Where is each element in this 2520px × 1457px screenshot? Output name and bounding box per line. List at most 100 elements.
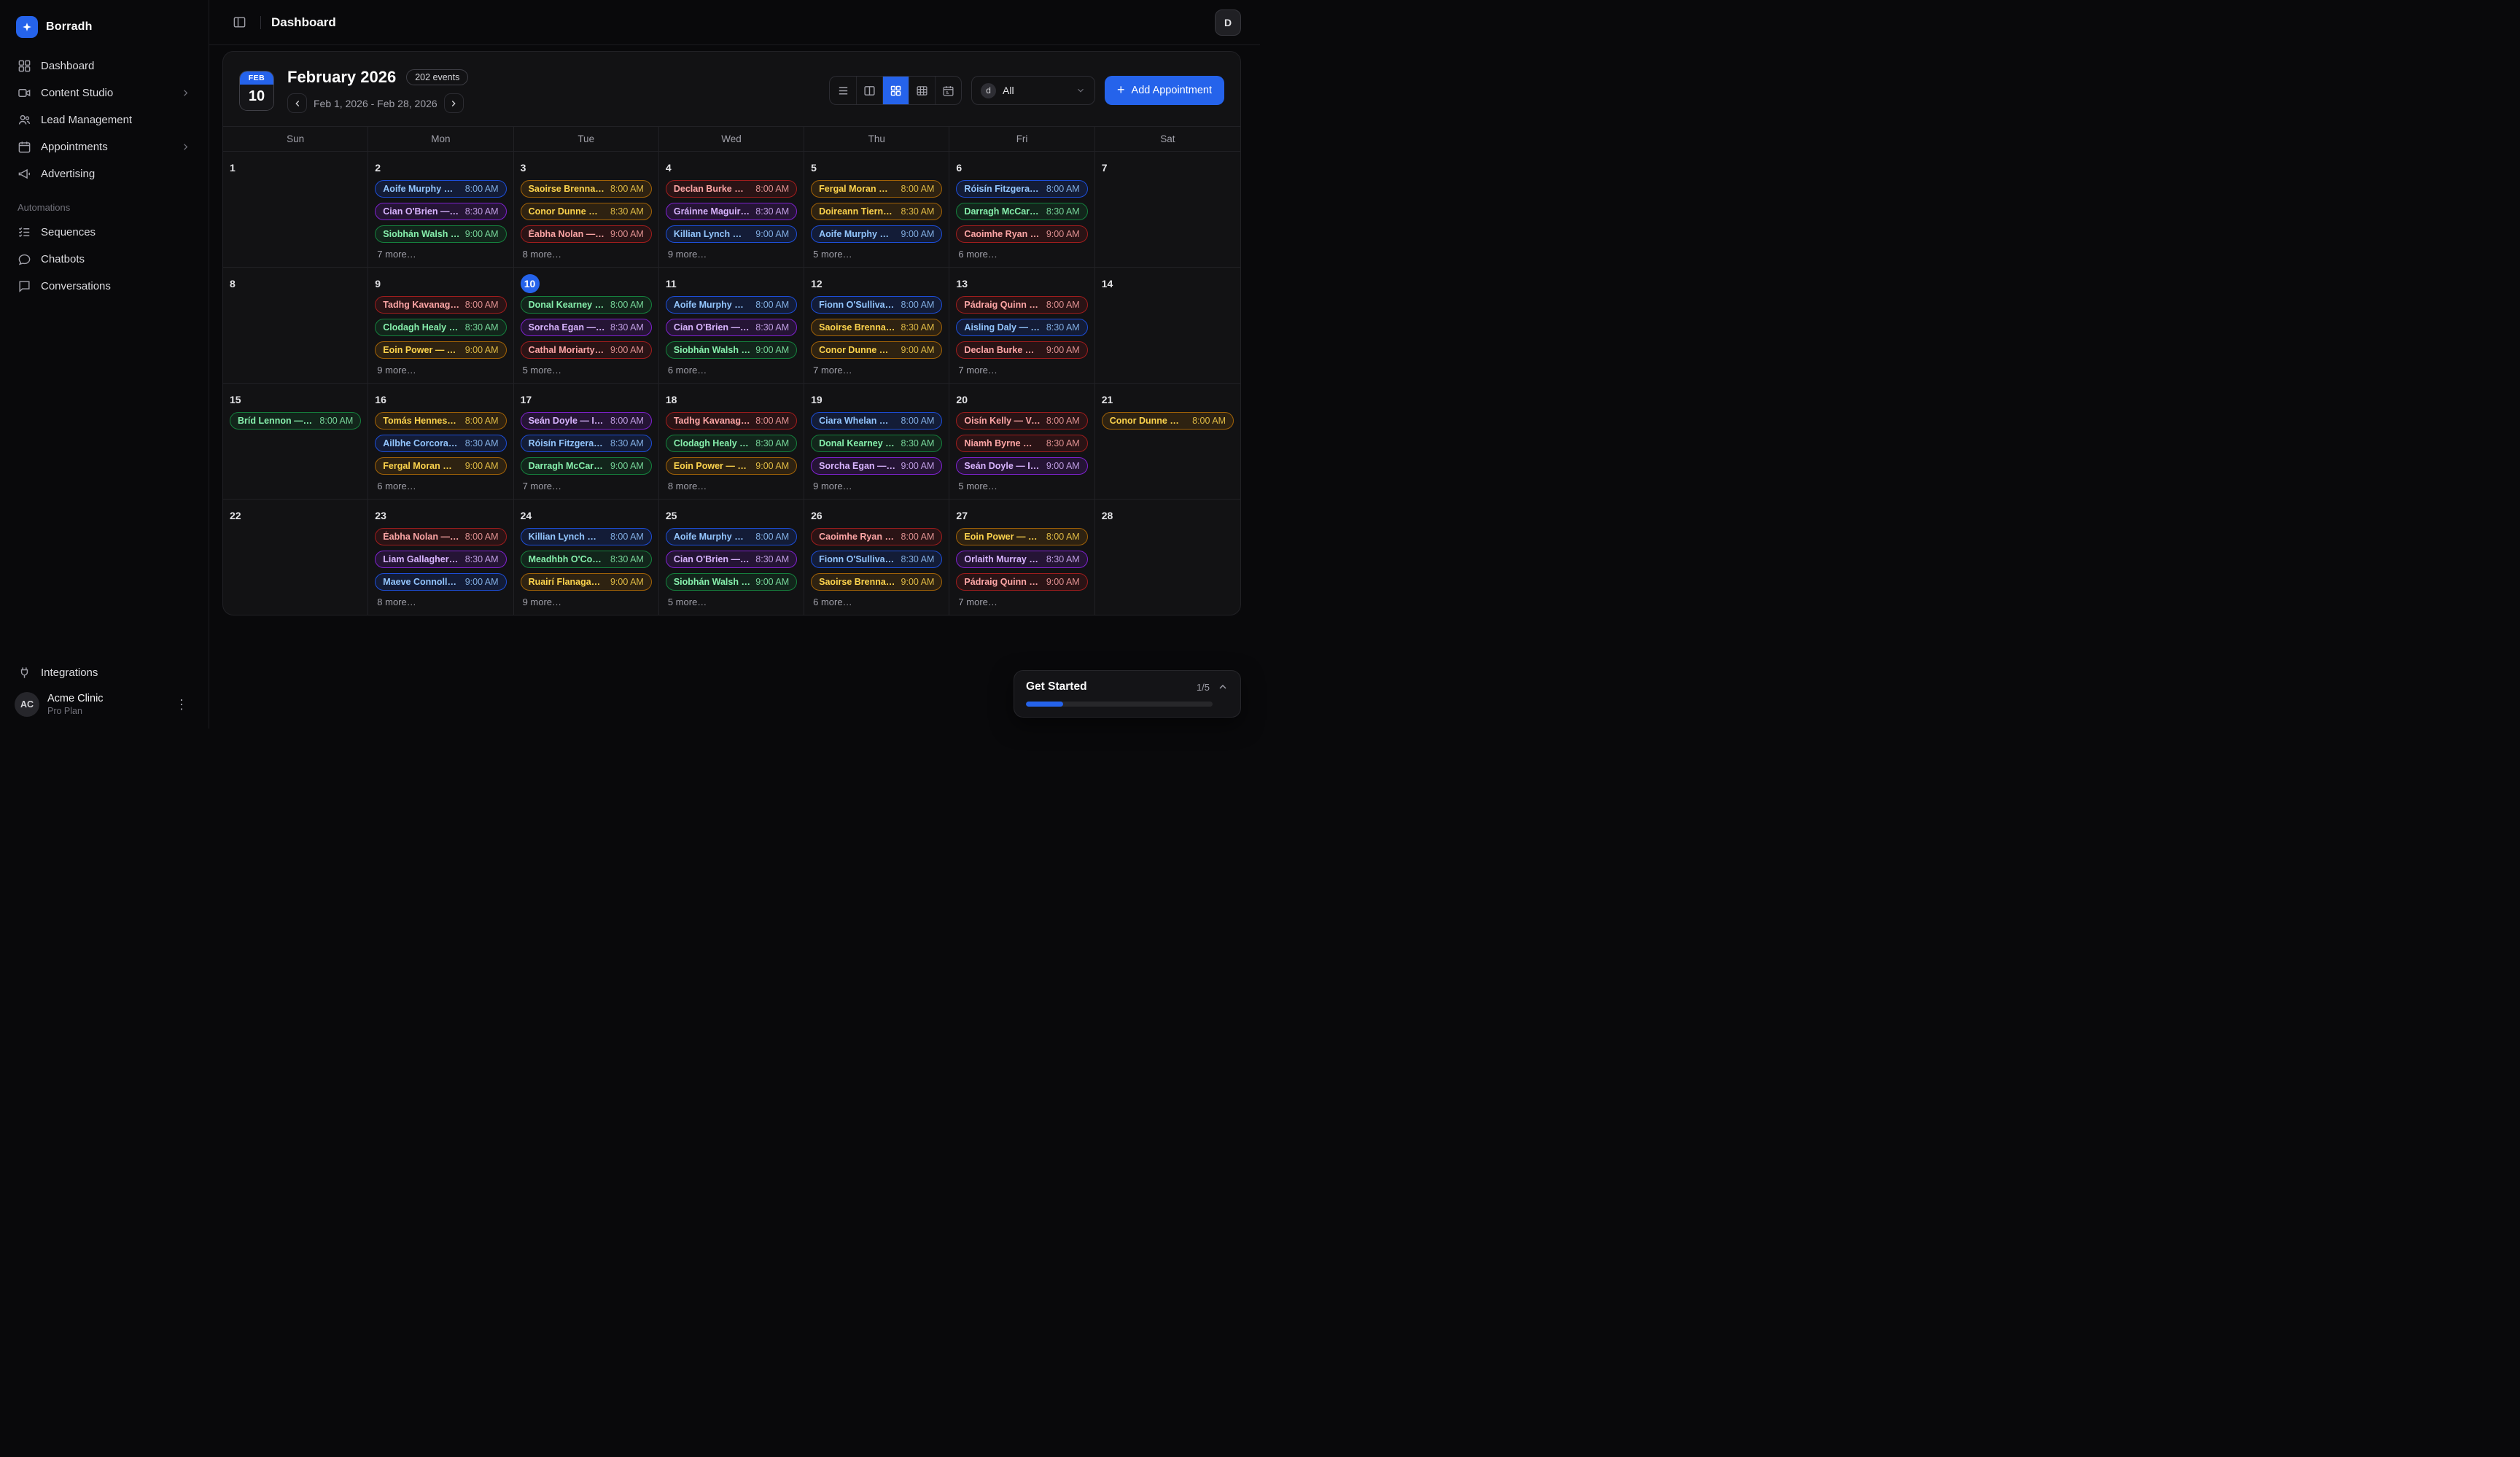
event-pill[interactable]: Conor Dunne — C…8:30 AM xyxy=(521,203,652,220)
more-events-link[interactable]: 5 more… xyxy=(811,248,942,260)
event-pill[interactable]: Killian Lynch — De…8:00 AM xyxy=(521,528,652,545)
next-month-button[interactable] xyxy=(444,93,464,113)
event-pill[interactable]: Saoirse Brennan …8:30 AM xyxy=(811,319,942,336)
event-pill[interactable]: Seán Doyle — Imp…9:00 AM xyxy=(956,457,1087,475)
day-cell[interactable]: 24Killian Lynch — De…8:00 AMMeadhbh O'Co… xyxy=(514,500,659,615)
event-pill[interactable]: Eoin Power — Ven…9:00 AM xyxy=(666,457,797,475)
day-cell[interactable]: 13Pádraig Quinn — …8:00 AMAisling Daly —… xyxy=(949,268,1094,384)
sidebar-item-lead-management[interactable]: Lead Management xyxy=(10,106,198,133)
more-events-link[interactable]: 5 more… xyxy=(956,480,1087,492)
sidebar-item-content-studio[interactable]: Content Studio xyxy=(10,79,198,106)
event-pill[interactable]: Fionn O'Sullivan …8:00 AM xyxy=(811,296,942,314)
event-pill[interactable]: Siobhán Walsh — I…9:00 AM xyxy=(375,225,506,243)
more-events-link[interactable]: 7 more… xyxy=(521,480,652,492)
day-cell[interactable]: 23Éabha Nolan — E…8:00 AMLiam Gallagher … xyxy=(368,500,513,615)
day-cell[interactable]: 10Donal Kearney — I…8:00 AMSorcha Egan —… xyxy=(514,268,659,384)
event-pill[interactable]: Sorcha Egan — Te…8:30 AM xyxy=(521,319,652,336)
event-pill[interactable]: Aoife Murphy — D…8:00 AM xyxy=(375,180,506,198)
day-cell[interactable]: 2Aoife Murphy — D…8:00 AMCian O'Brien — … xyxy=(368,152,513,268)
event-pill[interactable]: Cian O'Brien — Te…8:30 AM xyxy=(375,203,506,220)
event-pill[interactable]: Cathal Moriarty —…9:00 AM xyxy=(521,341,652,359)
event-pill[interactable]: Tadhg Kavanagh …8:00 AM xyxy=(666,412,797,430)
day-cell[interactable]: 15Bríd Lennon — Invi…8:00 AM xyxy=(223,384,368,500)
event-pill[interactable]: Doireann Tierney …8:30 AM xyxy=(811,203,942,220)
more-events-link[interactable]: 9 more… xyxy=(521,596,652,608)
day-cell[interactable]: 22 xyxy=(223,500,368,615)
event-pill[interactable]: Liam Gallagher — …8:30 AM xyxy=(375,551,506,568)
event-pill[interactable]: Bríd Lennon — Invi…8:00 AM xyxy=(230,412,361,430)
more-events-link[interactable]: 6 more… xyxy=(956,248,1087,260)
event-pill[interactable]: Conor Dunne — C…8:00 AM xyxy=(1102,412,1234,430)
day-cell[interactable]: 4Declan Burke — R…8:00 AMGráinne Maguire… xyxy=(659,152,804,268)
sidebar-item-appointments[interactable]: Appointments xyxy=(10,133,198,160)
more-events-link[interactable]: 9 more… xyxy=(666,248,797,260)
day-cell[interactable]: 28 xyxy=(1095,500,1240,615)
day-cell[interactable]: 9Tadhg Kavanagh …8:00 AMClodagh Healy — … xyxy=(368,268,513,384)
event-pill[interactable]: Oisín Kelly — Ven…8:00 AM xyxy=(956,412,1087,430)
staff-filter-dropdown[interactable]: d All xyxy=(971,76,1095,105)
more-events-link[interactable]: 7 more… xyxy=(375,248,506,260)
event-pill[interactable]: Pádraig Quinn — …9:00 AM xyxy=(956,573,1087,591)
event-pill[interactable]: Donal Kearney — I…8:30 AM xyxy=(811,435,942,452)
more-events-link[interactable]: 7 more… xyxy=(956,364,1087,376)
more-events-link[interactable]: 8 more… xyxy=(666,480,797,492)
prev-month-button[interactable] xyxy=(287,93,307,113)
event-pill[interactable]: Róisín Fitzgerald …8:00 AM xyxy=(956,180,1087,198)
event-pill[interactable]: Gráinne Maguire …8:30 AM xyxy=(666,203,797,220)
event-pill[interactable]: Clodagh Healy — I…8:30 AM xyxy=(666,435,797,452)
day-cell[interactable]: 11Aoife Murphy — D…8:00 AMCian O'Brien —… xyxy=(659,268,804,384)
event-pill[interactable]: Conor Dunne — C…9:00 AM xyxy=(811,341,942,359)
event-pill[interactable]: Meadhbh O'Conn…8:30 AM xyxy=(521,551,652,568)
more-events-link[interactable]: 7 more… xyxy=(956,596,1087,608)
event-pill[interactable]: Darragh McCarth…8:30 AM xyxy=(956,203,1087,220)
day-cell[interactable]: 17Seán Doyle — Imp…8:00 AMRóisín Fitzger… xyxy=(514,384,659,500)
event-pill[interactable]: Siobhán Walsh — I…9:00 AM xyxy=(666,573,797,591)
event-pill[interactable]: Caoimhe Ryan — …9:00 AM xyxy=(956,225,1087,243)
day-cell[interactable]: 26Caoimhe Ryan — …8:00 AMFionn O'Sulliva… xyxy=(804,500,949,615)
more-events-link[interactable]: 5 more… xyxy=(666,596,797,608)
more-events-link[interactable]: 8 more… xyxy=(521,248,652,260)
event-pill[interactable]: Ciara Whelan — D…8:00 AM xyxy=(811,412,942,430)
more-events-link[interactable]: 9 more… xyxy=(375,364,506,376)
sidebar-item-sequences[interactable]: Sequences xyxy=(10,219,198,246)
more-events-link[interactable]: 7 more… xyxy=(811,364,942,376)
day-cell[interactable]: 18Tadhg Kavanagh …8:00 AMClodagh Healy —… xyxy=(659,384,804,500)
event-pill[interactable]: Éabha Nolan — E…9:00 AM xyxy=(521,225,652,243)
sidebar-item-conversations[interactable]: Conversations xyxy=(10,273,198,300)
event-pill[interactable]: Fergal Moran — Ni…9:00 AM xyxy=(375,457,506,475)
event-pill[interactable]: Caoimhe Ryan — …8:00 AM xyxy=(811,528,942,545)
view-table-button[interactable] xyxy=(909,77,935,104)
day-cell[interactable]: 14 xyxy=(1095,268,1240,384)
account-menu-icon[interactable]: ⋮ xyxy=(169,694,194,715)
event-pill[interactable]: Pádraig Quinn — …8:00 AM xyxy=(956,296,1087,314)
add-appointment-button[interactable]: + Add Appointment xyxy=(1105,76,1224,105)
day-cell[interactable]: 12Fionn O'Sullivan …8:00 AMSaoirse Brenn… xyxy=(804,268,949,384)
event-pill[interactable]: Aoife Murphy — D…8:00 AM xyxy=(666,528,797,545)
event-pill[interactable]: Ruairí Flanagan —…9:00 AM xyxy=(521,573,652,591)
event-pill[interactable]: Saoirse Brennan …9:00 AM xyxy=(811,573,942,591)
event-pill[interactable]: Saoirse Brennan …8:00 AM xyxy=(521,180,652,198)
day-cell[interactable]: 25Aoife Murphy — D…8:00 AMCian O'Brien —… xyxy=(659,500,804,615)
more-events-link[interactable]: 6 more… xyxy=(811,596,942,608)
event-pill[interactable]: Declan Burke — R…8:00 AM xyxy=(666,180,797,198)
event-pill[interactable]: Maeve Connolly —…9:00 AM xyxy=(375,573,506,591)
day-cell[interactable]: 8 xyxy=(223,268,368,384)
event-pill[interactable]: Aisling Daly — Ch…8:30 AM xyxy=(956,319,1087,336)
day-cell[interactable]: 5Fergal Moran — Ni…8:00 AMDoireann Tiern… xyxy=(804,152,949,268)
event-pill[interactable]: Niamh Byrne — E…8:30 AM xyxy=(956,435,1087,452)
view-day-button[interactable] xyxy=(856,77,882,104)
event-pill[interactable]: Tomás Hennessy …8:00 AM xyxy=(375,412,506,430)
day-cell[interactable]: 3Saoirse Brennan …8:00 AMConor Dunne — C… xyxy=(514,152,659,268)
event-pill[interactable]: Killian Lynch — De…9:00 AM xyxy=(666,225,797,243)
event-pill[interactable]: Aoife Murphy — D…9:00 AM xyxy=(811,225,942,243)
event-pill[interactable]: Tadhg Kavanagh …8:00 AM xyxy=(375,296,506,314)
day-cell[interactable]: 6Róisín Fitzgerald …8:00 AMDarragh McCar… xyxy=(949,152,1094,268)
more-events-link[interactable]: 5 more… xyxy=(521,364,652,376)
event-pill[interactable]: Éabha Nolan — E…8:00 AM xyxy=(375,528,506,545)
sidebar-item-advertising[interactable]: Advertising xyxy=(10,160,198,187)
event-pill[interactable]: Declan Burke — R…9:00 AM xyxy=(956,341,1087,359)
sidebar-item-chatbots[interactable]: Chatbots xyxy=(10,246,198,273)
day-cell[interactable]: 20Oisín Kelly — Ven…8:00 AMNiamh Byrne —… xyxy=(949,384,1094,500)
event-pill[interactable]: Fergal Moran — Ni…8:00 AM xyxy=(811,180,942,198)
view-month-grid-button[interactable] xyxy=(882,77,909,104)
